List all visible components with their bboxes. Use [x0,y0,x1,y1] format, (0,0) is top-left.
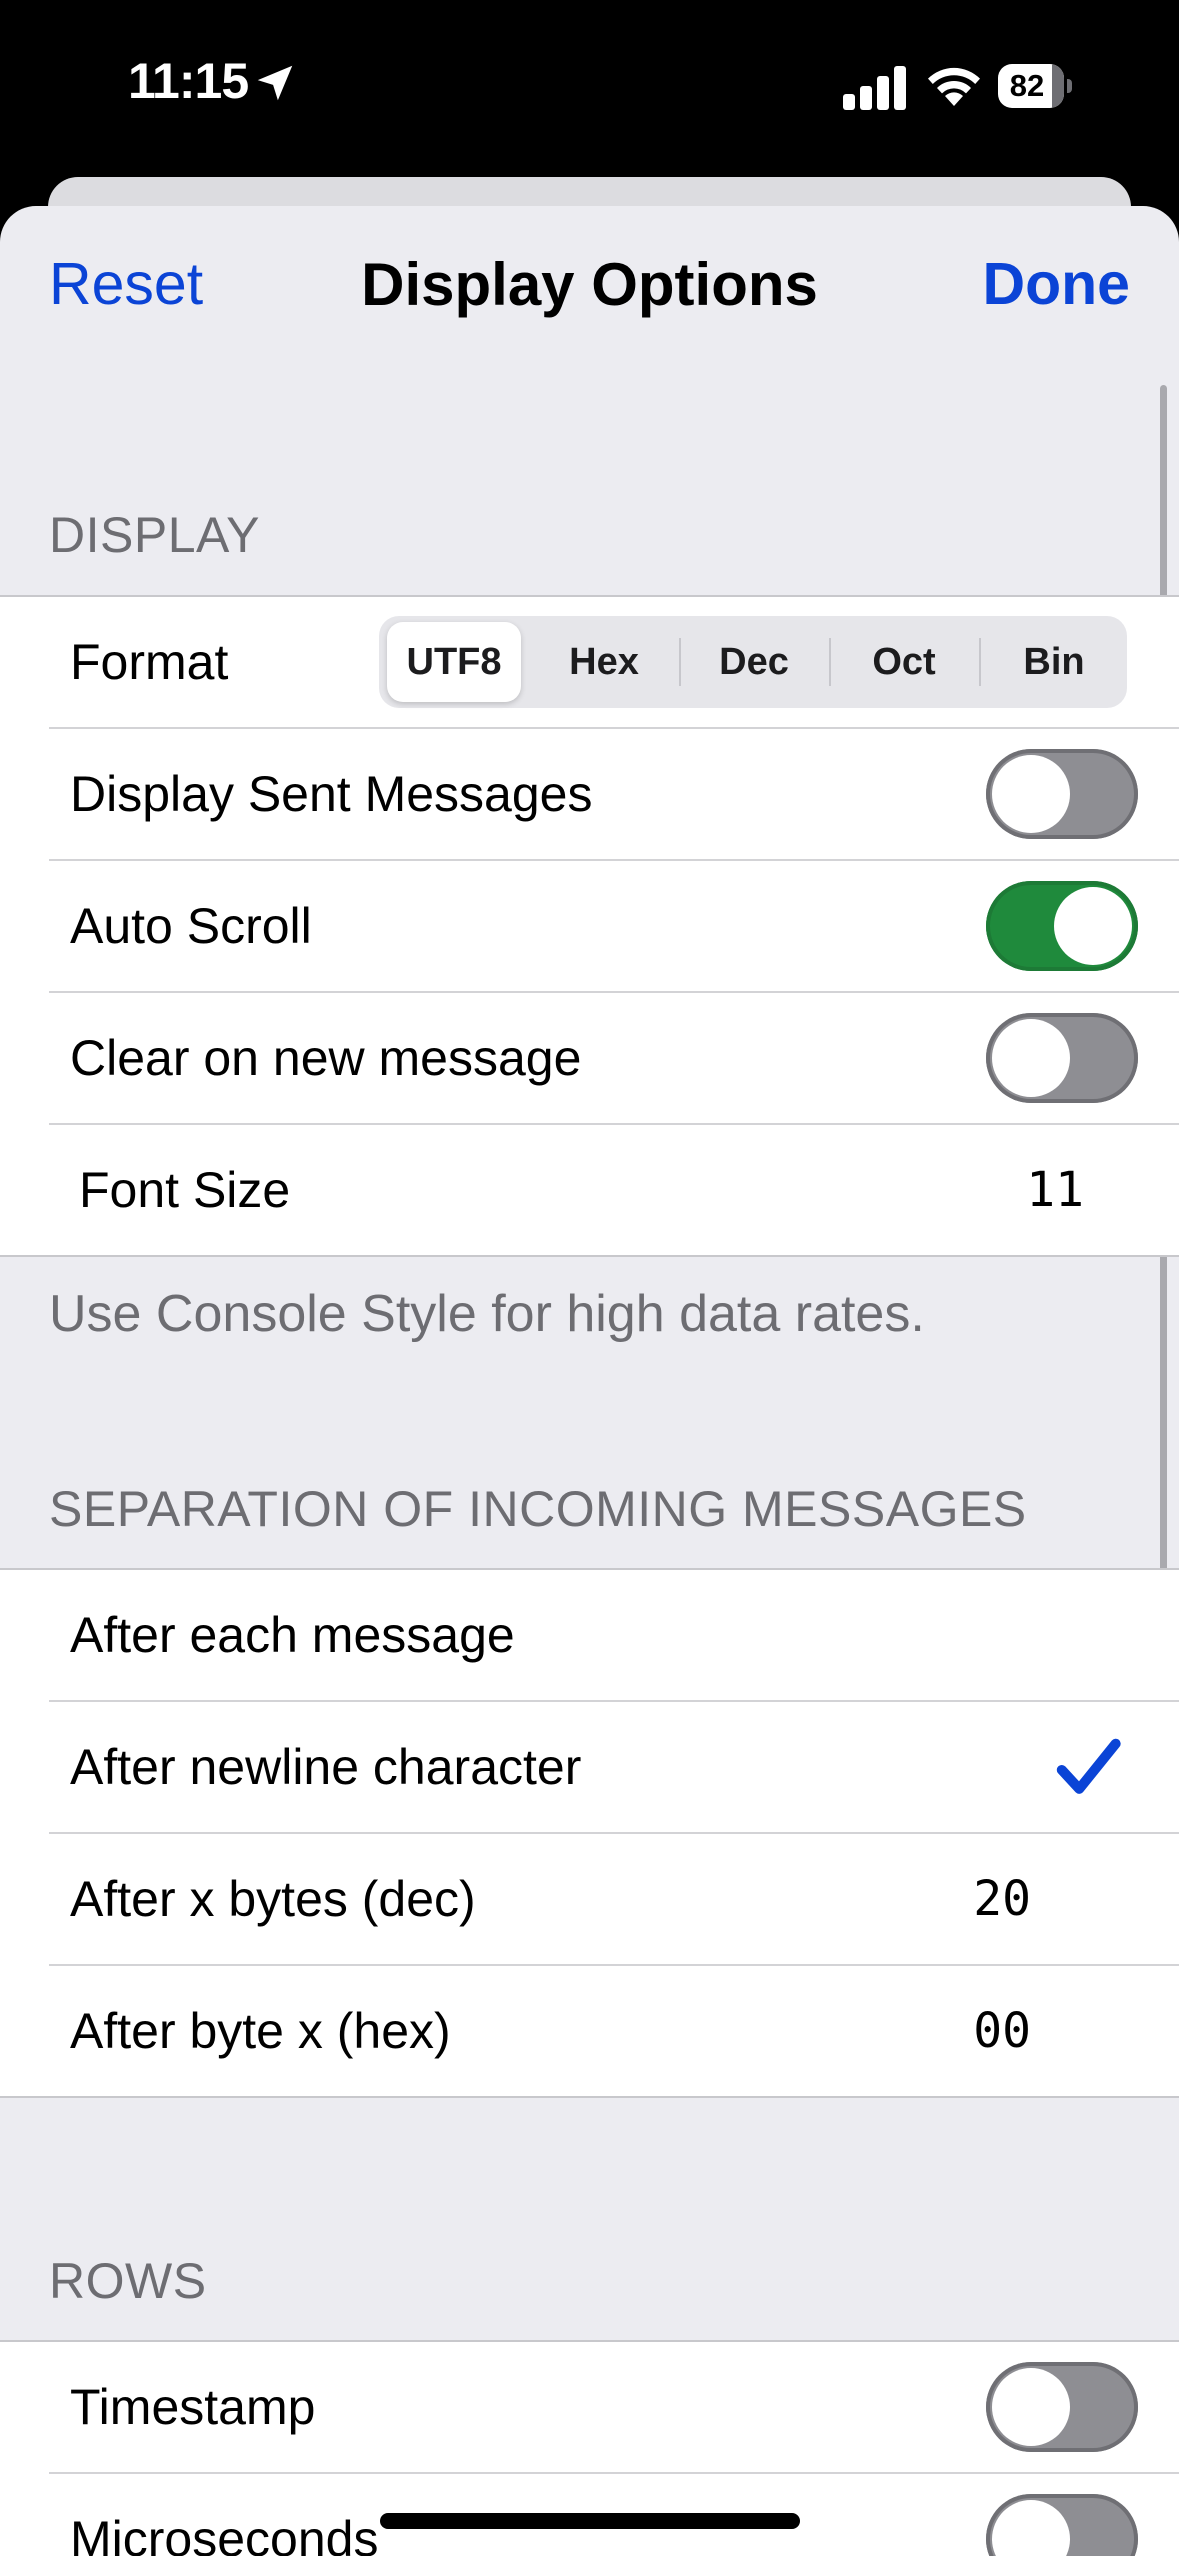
segment-hex[interactable]: Hex [529,616,679,708]
display-group: Format UTF8 Hex Dec Oct Bin Display Sent… [0,595,1179,1257]
after-byte-x-hex-value[interactable]: 00 [973,1966,1031,2096]
location-arrow-icon [257,65,293,101]
display-sent-messages-row: Display Sent Messages [49,729,1179,861]
section-header-rows: ROWS [49,2253,207,2309]
after-newline-character-label: After newline character [70,1739,582,1795]
auto-scroll-toggle[interactable] [986,881,1138,971]
format-row: Format UTF8 Hex Dec Oct Bin [49,597,1179,729]
battery-icon: 82 [998,64,1064,108]
clear-on-new-message-row: Clear on new message [49,993,1179,1125]
display-options-sheet: Reset Display Options Done DISPLAY Forma… [0,206,1179,2556]
font-size-label: Font Size [79,1162,291,1218]
after-each-message-row[interactable]: After each message [49,1570,1179,1702]
display-footer-note: Use Console Style for high data rates. [49,1285,925,1343]
segment-utf8[interactable]: UTF8 [387,622,521,702]
checkmark-icon [1056,1738,1121,1794]
font-size-value[interactable]: 11 [1026,1125,1084,1255]
clear-on-new-message-label: Clear on new message [70,1030,582,1086]
battery-level: 82 [1009,68,1045,103]
timestamp-label: Timestamp [70,2379,316,2435]
microseconds-label: Microseconds [70,2511,379,2556]
after-byte-x-hex-label: After byte x (hex) [70,2003,451,2059]
section-header-display: DISPLAY [49,507,260,563]
clear-on-new-message-toggle[interactable] [986,1013,1138,1103]
after-newline-character-row[interactable]: After newline character [49,1702,1179,1834]
after-x-bytes-row[interactable]: After x bytes (dec) 20 [49,1834,1179,1966]
screen: 11:15 82 Reset Display Options Done DISP… [0,0,1179,2556]
home-indicator[interactable] [380,2513,800,2529]
after-x-bytes-label: After x bytes (dec) [70,1871,476,1927]
format-segmented-control[interactable]: UTF8 Hex Dec Oct Bin [379,616,1127,708]
separation-group: After each message After newline charact… [0,1568,1179,2098]
display-sent-messages-toggle[interactable] [986,749,1138,839]
battery-indicator: 82 [998,64,1072,108]
auto-scroll-row: Auto Scroll [49,861,1179,993]
timestamp-toggle[interactable] [986,2362,1138,2452]
wifi-icon [928,67,980,106]
timestamp-row: Timestamp [49,2342,1179,2474]
status-time: 11:15 [128,53,249,109]
after-each-message-label: After each message [70,1607,515,1663]
section-header-separation: SEPARATION OF INCOMING MESSAGES [49,1481,1027,1537]
after-x-bytes-value[interactable]: 20 [973,1834,1031,1964]
after-byte-x-hex-row[interactable]: After byte x (hex) 00 [49,1966,1179,2096]
display-sent-messages-label: Display Sent Messages [70,766,593,822]
format-label: Format [70,634,229,690]
microseconds-toggle[interactable] [986,2494,1138,2556]
auto-scroll-label: Auto Scroll [70,898,312,954]
segment-dec[interactable]: Dec [679,616,829,708]
segment-bin[interactable]: Bin [979,616,1129,708]
cellular-signal-icon [843,66,906,110]
font-size-row[interactable]: Font Size 11 [49,1125,1179,1255]
segment-oct[interactable]: Oct [829,616,979,708]
done-button[interactable]: Done [983,250,1131,318]
